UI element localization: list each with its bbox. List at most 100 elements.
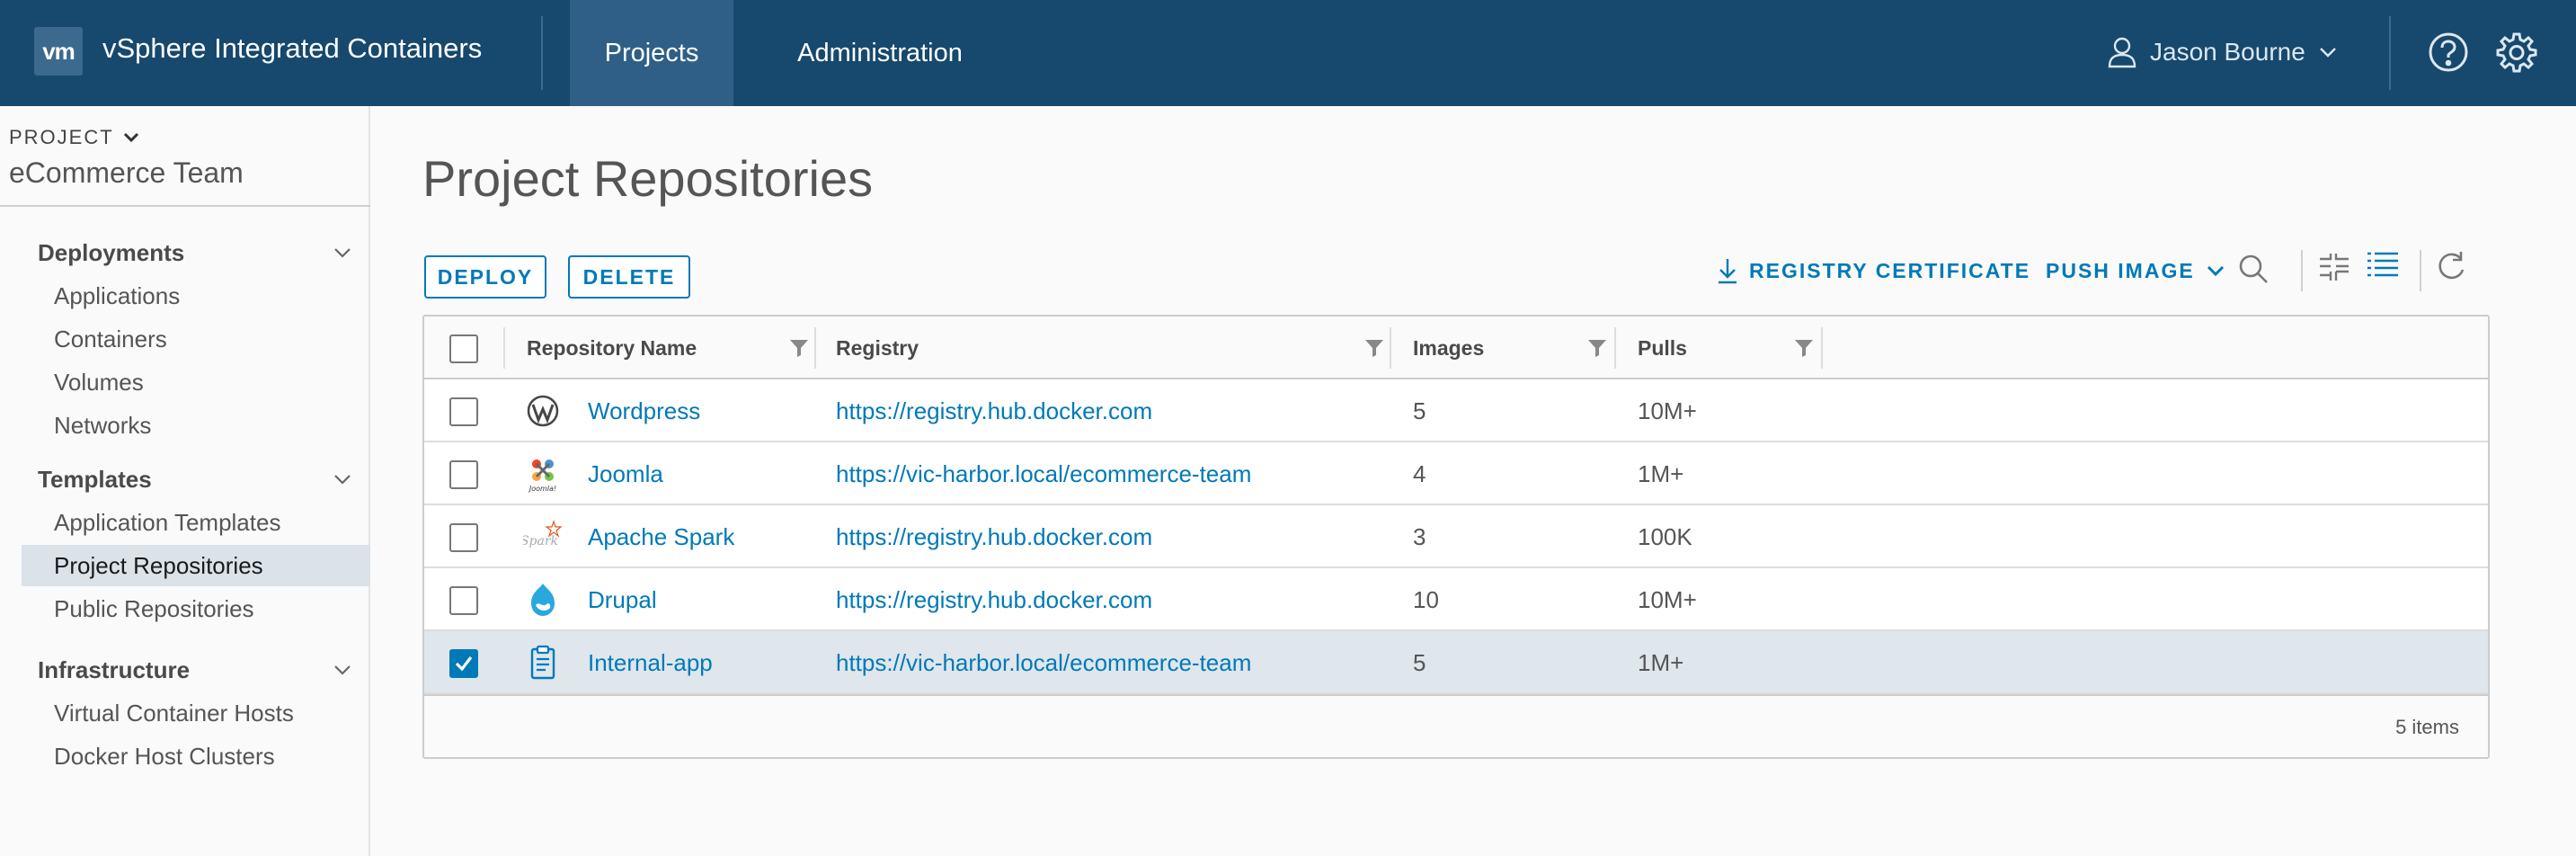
row-checkbox[interactable] bbox=[449, 649, 478, 678]
registry-link[interactable]: https://registry.hub.docker.com bbox=[836, 379, 1152, 442]
repository-name-link[interactable]: Apache Spark bbox=[588, 505, 734, 568]
row-checkbox[interactable] bbox=[449, 586, 478, 615]
column-divider bbox=[1821, 327, 1823, 369]
gear-icon[interactable] bbox=[2495, 31, 2538, 74]
registry-link[interactable]: https://vic-harbor.local/ecommerce-team bbox=[836, 442, 1251, 505]
chevron-down-icon bbox=[2319, 48, 2336, 58]
page-title: Project Repositories bbox=[422, 150, 874, 207]
repository-name-link[interactable]: Drupal bbox=[588, 568, 657, 631]
select-all-checkbox[interactable] bbox=[449, 334, 478, 363]
column-header-registry[interactable]: Registry bbox=[836, 317, 919, 379]
wordpress-icon bbox=[527, 395, 559, 427]
chevron-down-icon bbox=[123, 132, 138, 143]
table-row[interactable]: Wordpress https://registry.hub.docker.co… bbox=[424, 379, 2488, 442]
chevron-down-icon[interactable] bbox=[333, 660, 352, 680]
column-header-repository-name[interactable]: Repository Name bbox=[527, 317, 697, 379]
section-infrastructure[interactable]: Infrastructure bbox=[38, 656, 190, 684]
sidebar-item-networks[interactable]: Networks bbox=[22, 405, 370, 446]
repository-name-link[interactable]: Wordpress bbox=[588, 379, 700, 442]
grid-view-icon[interactable] bbox=[2317, 250, 2351, 284]
user-icon bbox=[2108, 37, 2136, 68]
registry-link[interactable]: https://registry.hub.docker.com bbox=[836, 568, 1152, 631]
row-checkbox[interactable] bbox=[449, 397, 478, 426]
sidebar-item-project-repositories[interactable]: Project Repositories bbox=[22, 545, 370, 586]
user-name: Jason Bourne bbox=[2150, 38, 2305, 66]
sidebar-item-applications[interactable]: Applications bbox=[22, 275, 370, 317]
table-row[interactable]: Internal-app https://vic-harbor.local/ec… bbox=[424, 631, 2488, 694]
sidebar-item-public-repositories[interactable]: Public Repositories bbox=[22, 588, 370, 629]
pulls-count: 100K bbox=[1638, 523, 1692, 550]
filter-icon[interactable] bbox=[789, 338, 809, 358]
column-header-images[interactable]: Images bbox=[1413, 317, 1484, 379]
toolbar-divider bbox=[2420, 250, 2421, 291]
svg-text:Spark: Spark bbox=[523, 534, 558, 548]
section-templates[interactable]: Templates bbox=[38, 466, 152, 494]
sidebar-item-docker-host-clusters[interactable]: Docker Host Clusters bbox=[22, 736, 370, 777]
column-divider bbox=[503, 327, 505, 369]
divider bbox=[0, 205, 370, 207]
vmware-logo[interactable]: vm bbox=[34, 27, 83, 76]
column-divider bbox=[814, 327, 816, 369]
registry-link[interactable]: https://vic-harbor.local/ecommerce-team bbox=[836, 631, 1251, 694]
chevron-down-icon[interactable] bbox=[333, 469, 352, 489]
registry-certificate-label: REGISTRY CERTIFICATE bbox=[1749, 258, 2031, 282]
drupal-icon bbox=[531, 584, 555, 616]
images-count: 5 bbox=[1413, 397, 1426, 424]
section-deployments[interactable]: Deployments bbox=[38, 239, 184, 267]
pulls-count: 1M+ bbox=[1638, 649, 1684, 676]
user-menu[interactable]: Jason Bourne bbox=[2107, 27, 2338, 77]
registry-certificate-button[interactable]: REGISTRY CERTIFICATE bbox=[1717, 255, 2030, 286]
filter-icon[interactable] bbox=[1364, 338, 1384, 358]
sidebar-item-volumes[interactable]: Volumes bbox=[22, 361, 370, 403]
images-count: 4 bbox=[1413, 460, 1426, 487]
sidebar-item-application-templates[interactable]: Application Templates bbox=[22, 502, 370, 543]
delete-button[interactable]: DELETE bbox=[568, 255, 690, 299]
push-image-button[interactable]: PUSH IMAGE bbox=[2046, 255, 2225, 286]
filter-icon[interactable] bbox=[1587, 338, 1607, 358]
spark-icon: Spark bbox=[523, 520, 563, 548]
tab-administration[interactable]: Administration bbox=[762, 0, 998, 106]
sidebar-item-containers[interactable]: Containers bbox=[22, 318, 370, 360]
checkmark-icon bbox=[455, 656, 473, 672]
table-row[interactable]: Joomla! Joomla https://vic-harbor.local/… bbox=[424, 442, 2488, 505]
filter-icon[interactable] bbox=[1794, 338, 1814, 358]
project-selector[interactable]: PROJECT bbox=[9, 126, 139, 149]
images-count: 5 bbox=[1413, 649, 1426, 676]
refresh-icon[interactable] bbox=[2434, 250, 2468, 284]
repository-name-link[interactable]: Internal-app bbox=[588, 631, 713, 694]
joomla-icon: Joomla! bbox=[528, 459, 556, 493]
clipboard-icon bbox=[530, 645, 555, 680]
repositories-table: Repository Name Registry Images Pulls Wo… bbox=[422, 315, 2490, 759]
row-checkbox[interactable] bbox=[449, 460, 478, 489]
sidebar: PROJECT eCommerce Team Deployments Appli… bbox=[0, 106, 370, 856]
project-name: eCommerce Team bbox=[9, 156, 244, 189]
table-row[interactable]: Spark Apache Spark https://registry.hub.… bbox=[424, 505, 2488, 568]
column-header-pulls[interactable]: Pulls bbox=[1638, 317, 1687, 379]
repository-name-link[interactable]: Joomla bbox=[588, 442, 663, 505]
column-divider bbox=[1390, 327, 1391, 369]
chevron-down-icon[interactable] bbox=[333, 243, 352, 263]
search-icon[interactable] bbox=[2236, 252, 2270, 286]
pulls-count: 10M+ bbox=[1638, 586, 1697, 613]
help-icon[interactable] bbox=[2427, 31, 2470, 74]
registry-link[interactable]: https://registry.hub.docker.com bbox=[836, 505, 1152, 568]
table-row[interactable]: Drupal https://registry.hub.docker.com 1… bbox=[424, 568, 2488, 631]
images-count: 10 bbox=[1413, 586, 1439, 613]
toolbar-divider bbox=[2301, 250, 2303, 291]
project-label: PROJECT bbox=[9, 126, 114, 148]
app-title[interactable]: vSphere Integrated Containers bbox=[102, 32, 482, 65]
tab-projects[interactable]: Projects bbox=[570, 0, 733, 106]
chevron-down-icon bbox=[2207, 265, 2224, 277]
row-checkbox[interactable] bbox=[449, 523, 478, 552]
table-footer: 5 items bbox=[424, 694, 2488, 757]
download-icon bbox=[1719, 259, 1737, 284]
header-divider bbox=[2389, 16, 2391, 90]
deploy-button[interactable]: DEPLOY bbox=[424, 255, 546, 299]
list-view-icon[interactable] bbox=[2366, 248, 2400, 282]
push-image-label: PUSH IMAGE bbox=[2046, 258, 2195, 282]
header-divider bbox=[541, 16, 543, 90]
app-header: vm vSphere Integrated Containers Project… bbox=[0, 0, 2576, 106]
items-count: 5 items bbox=[2395, 716, 2459, 738]
pulls-count: 1M+ bbox=[1638, 460, 1684, 487]
sidebar-item-virtual-container-hosts[interactable]: Virtual Container Hosts bbox=[22, 692, 370, 734]
